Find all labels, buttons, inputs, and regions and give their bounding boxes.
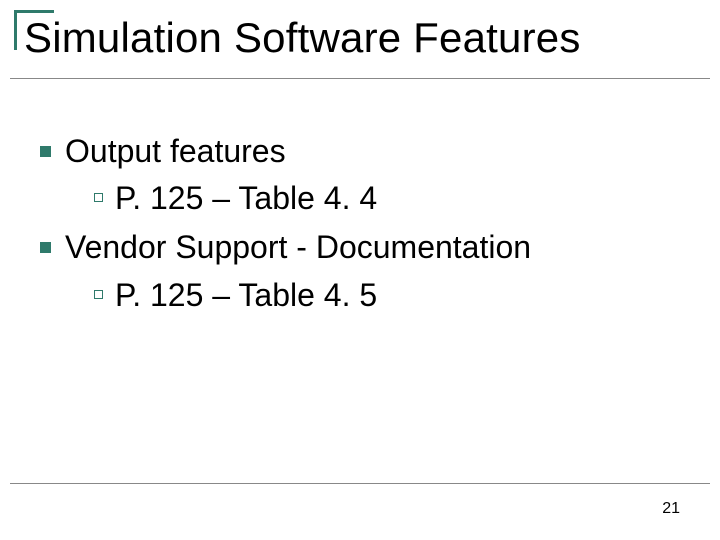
slide-title: Simulation Software Features (24, 14, 710, 62)
slide: Simulation Software Features Output feat… (0, 0, 720, 540)
list-item-label: Vendor Support - Documentation (65, 226, 531, 269)
square-bullet-icon (40, 242, 51, 253)
list-subitem: P. 125 – Table 4. 4 (94, 177, 690, 220)
list-subitem-label: P. 125 – Table 4. 4 (115, 177, 377, 220)
page-number: 21 (662, 500, 680, 518)
list-item: Output features (40, 130, 690, 173)
bottom-rule (10, 483, 710, 484)
list-subitem-label: P. 125 – Table 4. 5 (115, 274, 377, 317)
title-underline (10, 78, 710, 79)
square-bullet-icon (40, 146, 51, 157)
list-item: Vendor Support - Documentation (40, 226, 690, 269)
list-item-label: Output features (65, 130, 286, 173)
content-area: Output features P. 125 – Table 4. 4 Vend… (40, 130, 690, 323)
square-outline-bullet-icon (94, 193, 103, 202)
square-outline-bullet-icon (94, 290, 103, 299)
list-subitem: P. 125 – Table 4. 5 (94, 274, 690, 317)
